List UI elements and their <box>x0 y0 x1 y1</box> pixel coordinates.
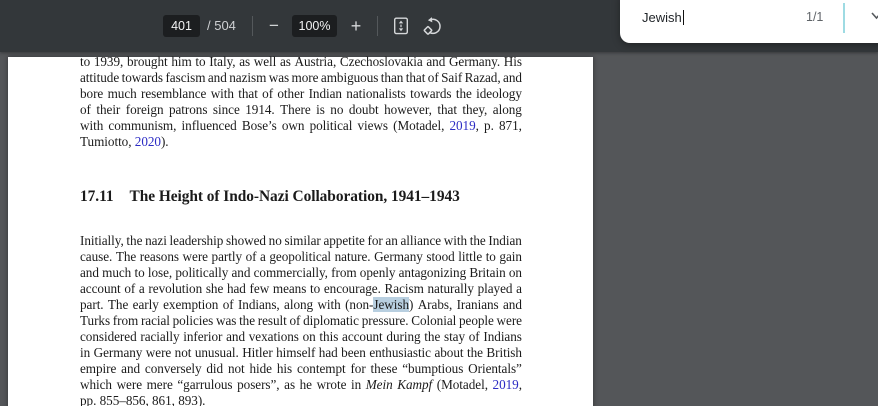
doc-line: of their foreign patrons since 1914. There is no… <box>80 102 522 117</box>
doc-line: in Germany were not unusual. Hitler himself had… <box>80 345 522 360</box>
page-count-label: / 504 <box>207 18 236 33</box>
zoom-in-button[interactable]: + <box>344 14 368 38</box>
find-match-count: 1/1 <box>806 10 824 24</box>
fit-to-page-button[interactable] <box>389 15 413 37</box>
doc-line: pp. 855–856, 861, 893). <box>80 393 206 406</box>
doc-line: Tumiotto, 2020). <box>80 134 169 149</box>
pdf-page: to 1939, brought him to Italy, as well as Austria… <box>8 54 593 406</box>
doc-line: account of a revolution she had few means to enco… <box>80 281 522 296</box>
chevron-down-icon <box>870 10 878 25</box>
rotate-icon <box>422 16 444 37</box>
page-text: to 1939, brought him to Italy, as well as Austria… <box>80 54 522 406</box>
section-heading: 17.11 The Height of Indo-Nazi Collaborati… <box>80 188 522 206</box>
doc-line: attitude towards fascism and nazism was more am… <box>80 70 522 85</box>
rotate-button[interactable] <box>420 14 446 38</box>
doc-line: empire and conversely did not hide his contempt… <box>80 361 522 376</box>
doc-line: cause. The reasons were partly of a geopolitica… <box>80 249 522 264</box>
doc-line: Turks from racial policies was the result of dip… <box>80 313 522 328</box>
text-cursor <box>682 9 685 25</box>
paragraph-intro: to 1939, brought him to Italy, as well as Austria… <box>80 54 522 150</box>
doc-line: Initially, the nazi leadership showed no simil… <box>80 233 522 248</box>
find-input[interactable]: Jewish <box>642 7 685 27</box>
paragraph-body: Initially, the nazi leadership showed no simil… <box>80 233 522 406</box>
find-bar: Jewish 1/1 <box>620 0 878 43</box>
doc-line: considered racially inferior and vexations on… <box>80 329 522 344</box>
pdf-viewer: 401 / 504 − 100% + to 1939, brought him … <box>0 0 878 406</box>
zoom-level-input[interactable]: 100% <box>292 15 337 37</box>
find-query-text: Jewish <box>642 9 682 25</box>
doc-line: to 1939, brought him to Italy, as well as Austria… <box>80 54 522 69</box>
document-canvas[interactable]: to 1939, brought him to Italy, as well as Austria… <box>0 52 878 406</box>
page-number-input[interactable]: 401 <box>163 15 200 37</box>
toolbar-divider <box>377 16 378 36</box>
doc-line: which were mere “garrulous posers”, as he wrote… <box>80 377 522 392</box>
doc-line: part. The early exemption of Indians, along wit… <box>80 297 522 312</box>
doc-line: with communism, influenced Bose’s own politic… <box>80 118 522 133</box>
doc-line: bore much resemblance with that of other Indian… <box>80 86 522 101</box>
section-number: 17.11 <box>80 188 114 205</box>
toolbar-divider <box>252 16 253 36</box>
fit-to-page-icon <box>391 16 411 36</box>
zoom-out-button[interactable]: − <box>262 15 286 37</box>
search-match-highlight: Jewish <box>373 297 409 312</box>
doc-line: and much to lose, politically and commercially… <box>80 265 522 280</box>
section-title: The Height of Indo-Nazi Collaboration, 1… <box>129 188 460 205</box>
find-bar-divider <box>843 3 845 33</box>
find-next-button[interactable] <box>870 9 878 25</box>
